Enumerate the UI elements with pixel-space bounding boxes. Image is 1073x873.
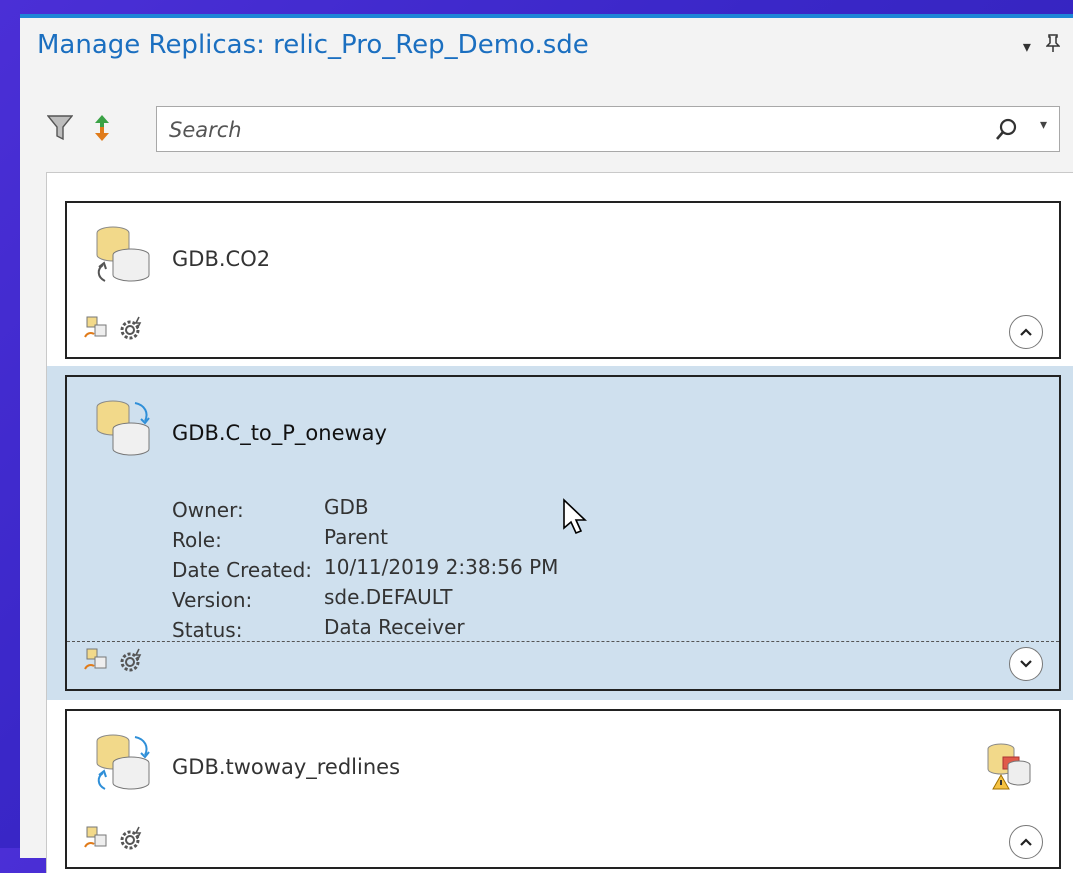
replica-card[interactable]: GDB.twoway_redlines	[65, 709, 1061, 869]
mouse-cursor-icon	[562, 498, 588, 540]
manage-replicas-pane: Manage Replicas: relic_Pro_Rep_Demo.sde …	[20, 14, 1073, 873]
detail-label: Role:	[172, 528, 222, 552]
sort-icon[interactable]	[88, 114, 116, 142]
pin-icon[interactable]	[1045, 34, 1061, 56]
filter-icon[interactable]	[46, 114, 74, 142]
detail-label: Owner:	[172, 498, 244, 522]
chevron-up-icon[interactable]	[1009, 315, 1043, 349]
replica-database-icon	[91, 225, 155, 289]
chevron-down-icon[interactable]: ▾	[1040, 117, 1047, 133]
replica-actions	[83, 315, 145, 347]
synchronize-replica-icon[interactable]	[83, 647, 109, 679]
gear-icon[interactable]	[117, 315, 145, 347]
replica-name: GDB.twoway_redlines	[172, 755, 401, 779]
replica-database-icon	[91, 399, 155, 463]
detail-label: Date Created:	[172, 558, 313, 582]
detail-value: GDB	[324, 495, 369, 519]
detail-label: Status:	[172, 618, 243, 642]
detail-value: Data Receiver	[324, 615, 465, 639]
replica-database-icon	[91, 733, 155, 797]
search-box: ▾	[156, 106, 1060, 153]
detail-label: Version:	[172, 588, 253, 612]
pane-title-controls: ▾	[1013, 34, 1061, 56]
replica-card[interactable]: GDB.CO2	[65, 201, 1061, 359]
chevron-up-icon[interactable]	[1009, 825, 1043, 859]
gear-icon[interactable]	[117, 647, 145, 679]
pane-title: Manage Replicas: relic_Pro_Rep_Demo.sde	[37, 30, 589, 60]
toolbar: ▾	[46, 106, 1073, 156]
replica-name: GDB.C_to_P_oneway	[172, 421, 387, 445]
replica-warning-icon	[983, 741, 1033, 795]
pane-options-dropdown[interactable]: ▾	[1023, 37, 1031, 56]
detail-value: 10/11/2019 2:38:56 PM	[324, 555, 559, 579]
search-icon[interactable]	[995, 118, 1019, 146]
focus-divider	[67, 641, 1059, 642]
replica-actions	[83, 647, 145, 679]
gear-icon[interactable]	[117, 825, 145, 857]
synchronize-replica-icon[interactable]	[83, 315, 109, 347]
detail-value: sde.DEFAULT	[324, 585, 453, 609]
chevron-down-icon[interactable]	[1009, 647, 1043, 681]
search-input[interactable]	[157, 107, 991, 153]
replica-list: GDB.CO2 GDB.C_to_P_oneway Owner: GDB Rol…	[46, 172, 1073, 873]
replica-name: GDB.CO2	[172, 247, 271, 271]
detail-value: Parent	[324, 525, 389, 549]
synchronize-replica-icon[interactable]	[83, 825, 109, 857]
replica-actions	[83, 825, 145, 857]
